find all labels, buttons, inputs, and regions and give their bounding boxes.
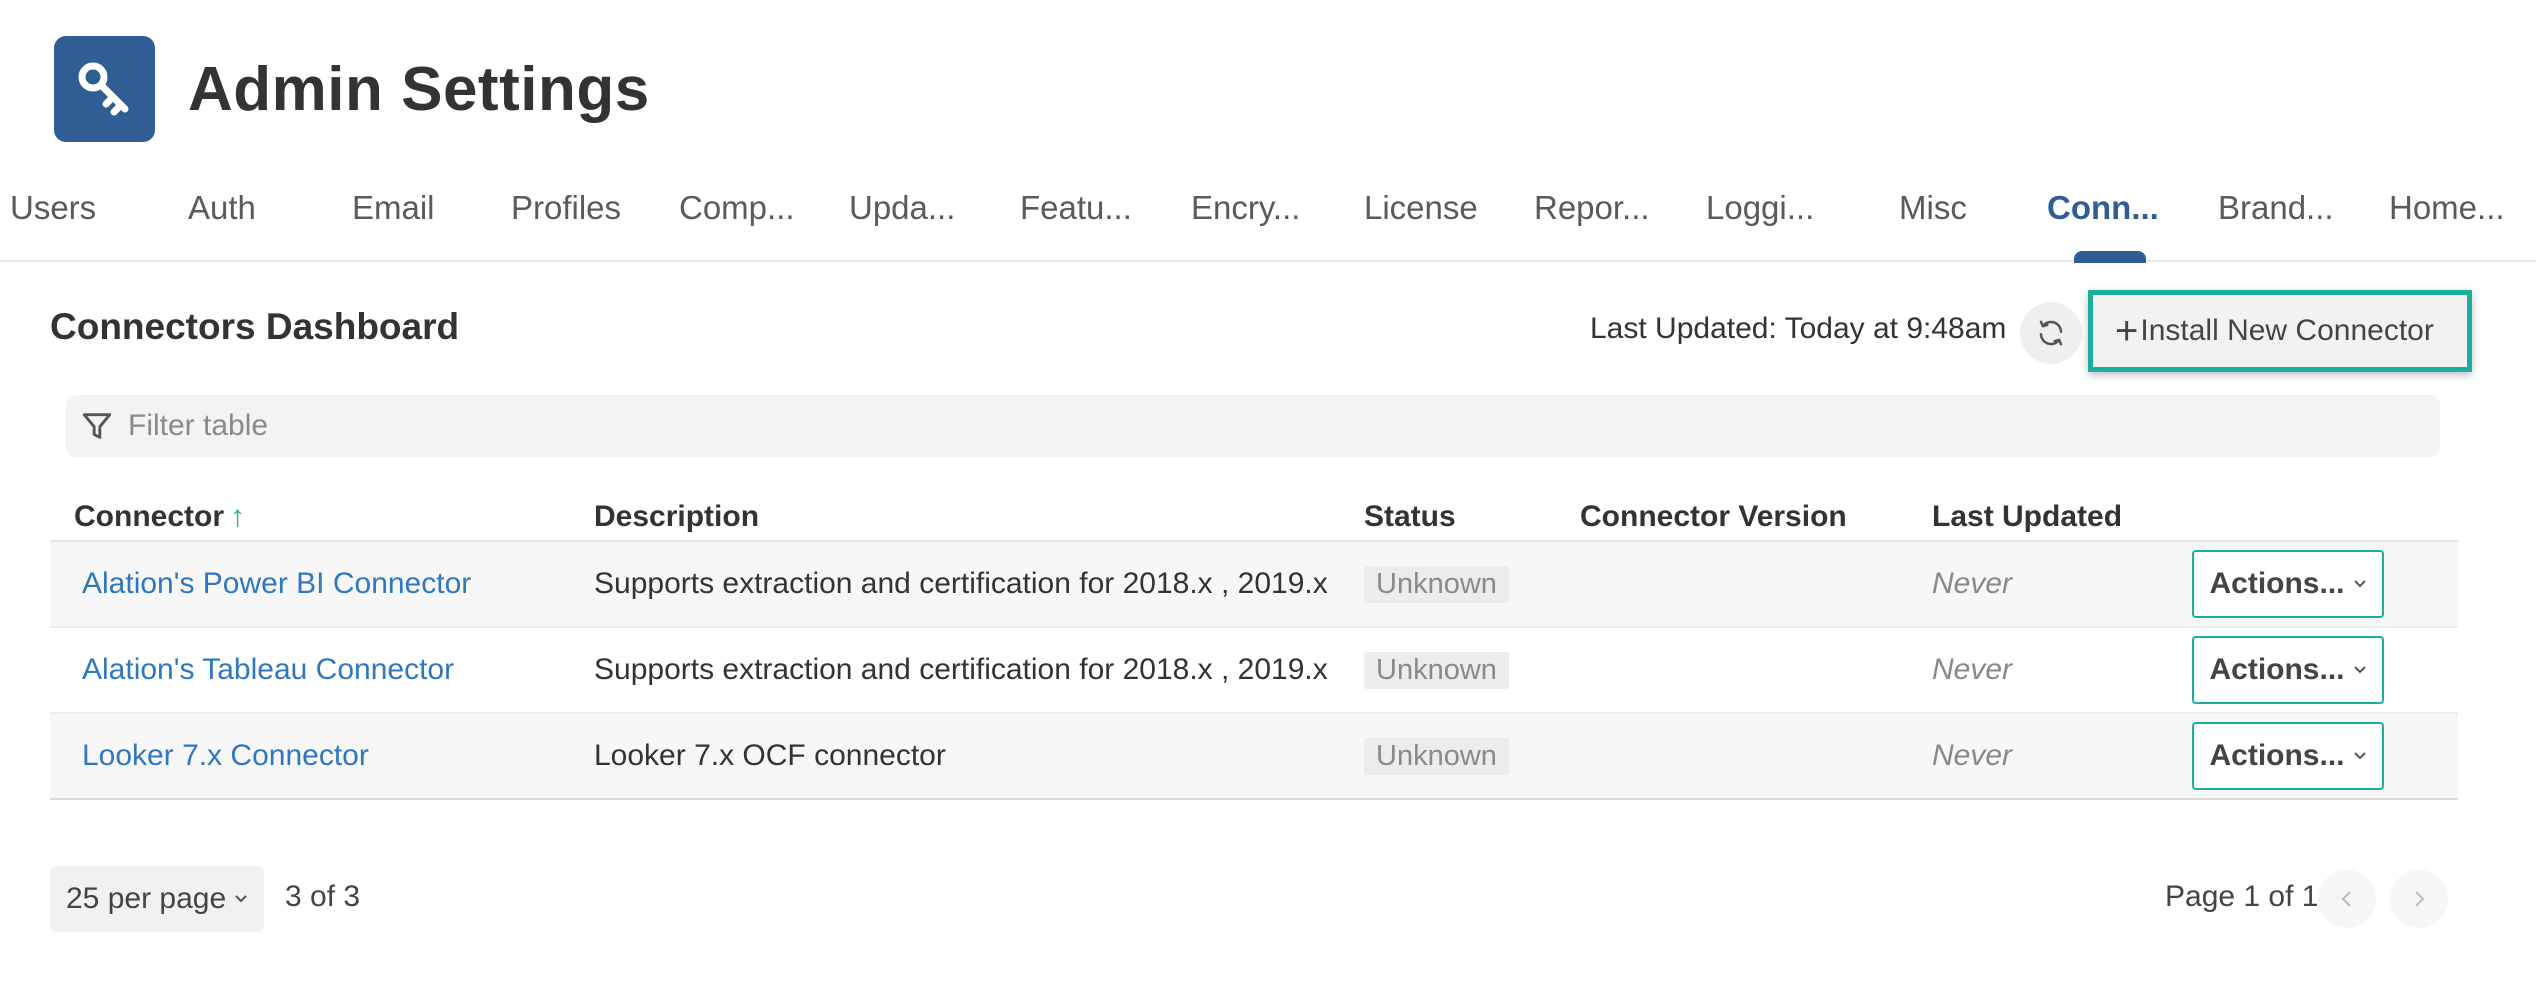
last-updated-text: Last Updated: Today at 9:48am: [1590, 312, 2007, 345]
page-header: Admin Settings: [54, 36, 650, 142]
connectors-table: Connector ↑ Description Status Connector …: [50, 490, 2458, 800]
next-page-button[interactable]: [2390, 870, 2448, 928]
refresh-icon: [2039, 320, 2063, 346]
dashboard-title: Connectors Dashboard: [50, 306, 460, 347]
tab-license[interactable]: License: [1364, 178, 1478, 238]
active-tab-indicator: [2074, 251, 2146, 263]
connector-link[interactable]: Alation's Tableau Connector: [82, 628, 454, 712]
admin-settings-page: Admin Settings Users Auth Email Profiles…: [0, 0, 2536, 988]
tab-misc[interactable]: Misc: [1899, 178, 1967, 238]
last-updated-value: Never: [1932, 653, 2013, 686]
column-header-last-updated[interactable]: Last Updated: [1932, 500, 2122, 534]
actions-dropdown-button[interactable]: Actions...: [2192, 550, 2384, 618]
result-count: 3 of 3: [285, 880, 361, 913]
tab-profiles[interactable]: Profiles: [511, 178, 621, 238]
tab-email[interactable]: Email: [352, 178, 435, 238]
settings-tabs: Users Auth Email Profiles Comp... Upda..…: [0, 178, 2536, 262]
column-header-connector[interactable]: Connector ↑: [74, 500, 245, 534]
status-cell: Unknown: [1364, 714, 1509, 798]
table-row: Alation's Tableau Connector Supports ext…: [50, 628, 2458, 714]
filter-icon: [82, 413, 112, 439]
connector-description: Supports extraction and certification fo…: [594, 653, 1328, 686]
table-header: Connector ↑ Description Status Connector …: [50, 490, 2458, 542]
install-button-label: Install New Connector: [2140, 314, 2434, 347]
connector-description: Supports extraction and certification fo…: [594, 567, 1328, 600]
tab-compose[interactable]: Comp...: [679, 178, 795, 238]
tab-auth[interactable]: Auth: [188, 178, 256, 238]
key-icon: [54, 36, 155, 142]
tab-users[interactable]: Users: [10, 178, 96, 238]
actions-dropdown-button[interactable]: Actions...: [2192, 722, 2384, 790]
column-header-status[interactable]: Status: [1364, 500, 1456, 534]
actions-dropdown-button[interactable]: Actions...: [2192, 636, 2384, 704]
chevron-left-icon: [2341, 891, 2351, 907]
status-cell: Unknown: [1364, 628, 1509, 712]
tab-reports[interactable]: Repor...: [1534, 178, 1650, 238]
table-row: Looker 7.x Connector Looker 7.x OCF conn…: [50, 714, 2458, 800]
chevron-down-icon: [234, 894, 248, 904]
chevron-right-icon: [2415, 891, 2425, 907]
status-cell: Unknown: [1364, 542, 1509, 626]
status-badge: Unknown: [1364, 565, 1509, 603]
tab-encryption[interactable]: Encry...: [1191, 178, 1300, 238]
filter-bar: [66, 395, 2440, 457]
column-header-description[interactable]: Description: [594, 500, 759, 534]
tab-updates[interactable]: Upda...: [849, 178, 955, 238]
last-updated-value: Never: [1932, 739, 2013, 772]
connector-link[interactable]: Alation's Power BI Connector: [82, 542, 471, 626]
tab-connectors[interactable]: Conn...: [2047, 178, 2159, 238]
page-title: Admin Settings: [188, 54, 650, 124]
sort-ascending-icon: ↑: [230, 500, 245, 533]
chevron-down-icon: [2353, 665, 2367, 675]
last-updated-value: Never: [1932, 567, 2013, 600]
filter-input[interactable]: [128, 409, 2328, 443]
per-page-select[interactable]: 25 per page: [50, 866, 264, 932]
page-info: Page 1 of 1: [2165, 880, 2319, 913]
status-badge: Unknown: [1364, 737, 1509, 775]
chevron-down-icon: [2353, 751, 2367, 761]
install-new-connector-button[interactable]: + Install New Connector: [2088, 290, 2472, 372]
connector-description: Looker 7.x OCF connector: [594, 739, 946, 772]
tab-branding[interactable]: Brand...: [2218, 178, 2334, 238]
status-badge: Unknown: [1364, 651, 1509, 689]
tab-features[interactable]: Featu...: [1020, 178, 1132, 238]
table-row: Alation's Power BI Connector Supports ex…: [50, 542, 2458, 628]
plus-icon: +: [2115, 309, 2139, 353]
chevron-down-icon: [2353, 579, 2367, 589]
tab-logging[interactable]: Loggi...: [1706, 178, 1814, 238]
refresh-button[interactable]: [2020, 302, 2082, 364]
tab-homepage[interactable]: Home...: [2389, 178, 2505, 238]
column-header-connector-version[interactable]: Connector Version: [1580, 500, 1847, 534]
connector-link[interactable]: Looker 7.x Connector: [82, 714, 369, 798]
previous-page-button[interactable]: [2318, 870, 2376, 928]
